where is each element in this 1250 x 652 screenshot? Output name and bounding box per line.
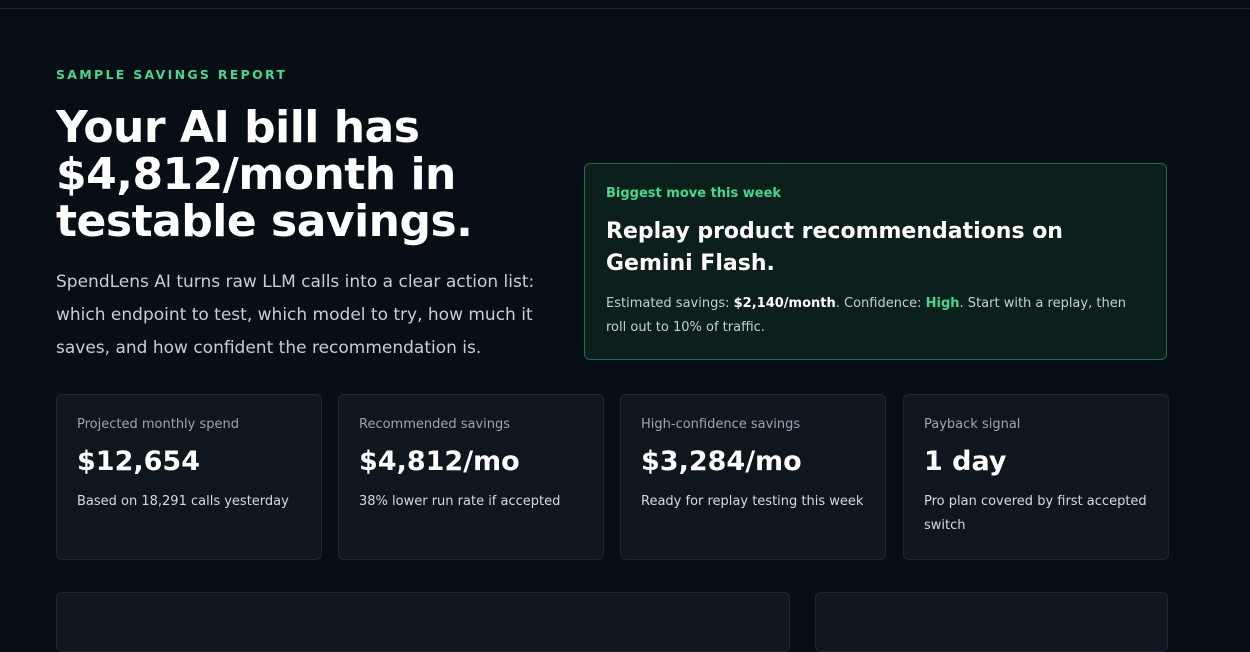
stat-card-high-confidence-savings: High-confidence savings $3,284/mo Ready … — [620, 394, 886, 560]
callout-body: Estimated savings: $2,140/month. Confide… — [606, 292, 1145, 340]
lower-panel-right — [815, 592, 1168, 652]
stat-note: Ready for replay testing this week — [641, 494, 864, 509]
callout-kicker: Biggest move this week — [606, 186, 782, 201]
stat-value: 1 day — [924, 446, 1007, 477]
savings-value: $2,140/month — [733, 296, 836, 311]
stat-value: $12,654 — [77, 446, 200, 477]
savings-prefix: Estimated savings: — [606, 296, 734, 311]
callout-title: Replay product recommendations on Gemini… — [606, 219, 1063, 276]
lower-panel-left — [56, 592, 790, 652]
stat-label: High-confidence savings — [641, 417, 801, 432]
page-title: Your AI bill has $4,812/month in testabl… — [56, 102, 473, 247]
stat-label: Projected monthly spend — [77, 417, 240, 432]
stat-card-projected-spend: Projected monthly spend $12,654 Based on… — [56, 394, 322, 560]
stat-note: 38% lower run rate if accepted — [359, 494, 561, 509]
confidence-prefix: . Confidence: — [835, 296, 926, 311]
stat-card-recommended-savings: Recommended savings $4,812/mo 38% lower … — [338, 394, 604, 560]
biggest-move-callout: Biggest move this week Replay product re… — [584, 163, 1167, 360]
confidence-value: High — [925, 296, 960, 311]
stat-value: $3,284/mo — [641, 446, 802, 477]
top-navigation-bar — [0, 0, 1250, 9]
stat-value: $4,812/mo — [359, 446, 520, 477]
stat-note: Pro plan covered by first accepted switc… — [924, 494, 1147, 533]
hero-description: SpendLens AI turns raw LLM calls into a … — [56, 272, 535, 358]
stat-card-payback-signal: Payback signal 1 day Pro plan covered by… — [903, 394, 1169, 560]
report-eyebrow: SAMPLE SAVINGS REPORT — [56, 67, 288, 82]
stat-label: Recommended savings — [359, 417, 511, 432]
stat-label: Payback signal — [924, 417, 1021, 432]
stat-note: Based on 18,291 calls yesterday — [77, 494, 289, 509]
